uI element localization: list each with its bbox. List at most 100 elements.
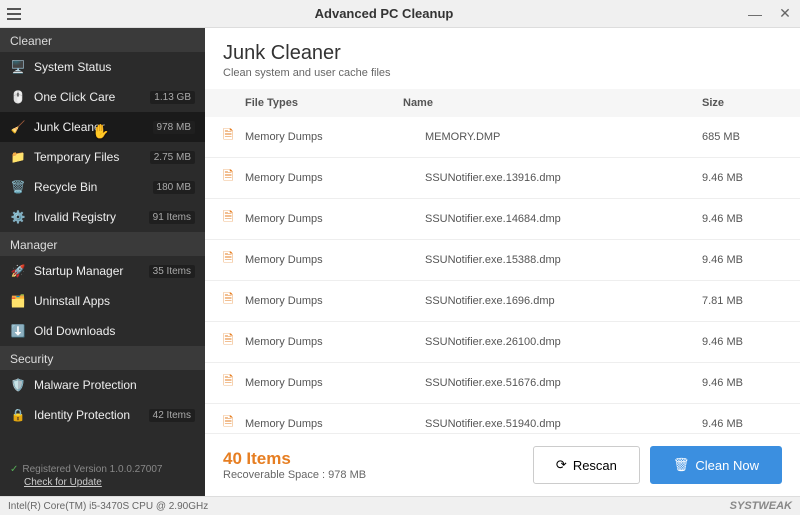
sidebar-item-label: Uninstall Apps <box>34 294 195 308</box>
section-cleaner: Cleaner <box>0 28 205 52</box>
refresh-icon: ⟳ <box>556 457 567 473</box>
file-icon: 🗎 <box>223 290 245 312</box>
cell-size: 9.46 MB <box>702 336 782 348</box>
uninstall-apps-icon: 🗂️ <box>10 293 26 309</box>
table-row[interactable]: 🗎Memory DumpsSSUNotifier.exe.26100.dmp9.… <box>205 322 800 363</box>
col-file-types: File Types <box>223 97 403 109</box>
col-name: Name <box>403 97 702 109</box>
cell-name: MEMORY.DMP <box>425 131 702 143</box>
sidebar-item-badge: 1.13 GB <box>150 91 195 104</box>
page-title: Junk Cleaner <box>223 42 782 65</box>
cell-size: 9.46 MB <box>702 418 782 430</box>
sidebar-item-one-click-care[interactable]: 🖱️ One Click Care 1.13 GB <box>0 82 205 112</box>
window-title: Advanced PC Cleanup <box>28 6 740 21</box>
close-button[interactable]: ✕ <box>770 5 800 22</box>
items-label: Items <box>246 449 290 468</box>
cell-size: 9.46 MB <box>702 172 782 184</box>
main-panel: Junk Cleaner Clean system and user cache… <box>205 28 800 496</box>
sidebar-item-badge: 978 MB <box>153 121 195 134</box>
malware-protection-icon: 🛡️ <box>10 377 26 393</box>
cell-type: Memory Dumps <box>245 172 425 184</box>
table-header: File Types Name Size <box>205 89 800 117</box>
cell-type: Memory Dumps <box>245 131 425 143</box>
items-summary: 40 Items <box>223 449 523 469</box>
identity-protection-icon: 🔒 <box>10 407 26 423</box>
section-manager: Manager <box>0 232 205 256</box>
trash-icon: 🗑 <box>673 457 690 473</box>
one-click-care-icon: 🖱️ <box>10 89 26 105</box>
section-security: Security <box>0 346 205 370</box>
file-icon: 🗎 <box>223 249 245 271</box>
cell-type: Memory Dumps <box>245 254 425 266</box>
sidebar-item-label: One Click Care <box>34 90 142 104</box>
sidebar-item-identity-protection[interactable]: 🔒 Identity Protection 42 Items <box>0 400 205 430</box>
recoverable-space: Recoverable Space : 978 MB <box>223 469 523 481</box>
cell-name: SSUNotifier.exe.1696.dmp <box>425 295 702 307</box>
sidebar-item-label: System Status <box>34 60 195 74</box>
table-row[interactable]: 🗎Memory DumpsSSUNotifier.exe.1696.dmp7.8… <box>205 281 800 322</box>
status-bar: Intel(R) Core(TM) i5-3470S CPU @ 2.90GHz… <box>0 496 800 515</box>
col-size: Size <box>702 97 782 109</box>
cell-type: Memory Dumps <box>245 295 425 307</box>
sidebar-item-badge: 180 MB <box>153 181 195 194</box>
temporary-files-icon: 📁 <box>10 149 26 165</box>
old-downloads-icon: ⬇️ <box>10 323 26 339</box>
sidebar-item-startup-manager[interactable]: 🚀Startup Manager35 Items <box>0 256 205 286</box>
sidebar-item-junk-cleaner[interactable]: 🧹Junk Cleaner978 MB <box>0 112 205 142</box>
sidebar-item-badge: 35 Items <box>149 265 195 278</box>
cell-name: SSUNotifier.exe.13916.dmp <box>425 172 702 184</box>
table-row[interactable]: 🗎Memory DumpsMEMORY.DMP685 MB <box>205 117 800 158</box>
table-row[interactable]: 🗎Memory DumpsSSUNotifier.exe.51940.dmp9.… <box>205 404 800 433</box>
table-body[interactable]: 🗎Memory DumpsMEMORY.DMP685 MB🗎Memory Dum… <box>205 117 800 433</box>
file-icon: 🗎 <box>223 126 245 148</box>
registered-text: Registered Version 1.0.0.27007 <box>22 464 162 475</box>
rescan-button[interactable]: ⟳ Rescan <box>533 446 640 484</box>
sidebar-item-label: Old Downloads <box>34 324 195 338</box>
file-icon: 🗎 <box>223 167 245 189</box>
minimize-button[interactable]: — <box>740 6 770 22</box>
file-icon: 🗎 <box>223 372 245 394</box>
recycle-bin-icon: 🗑️ <box>10 179 26 195</box>
sidebar-item-malware-protection[interactable]: 🛡️Malware Protection <box>0 370 205 400</box>
startup-manager-icon: 🚀 <box>10 263 26 279</box>
sidebar-item-recycle-bin[interactable]: 🗑️ Recycle Bin 180 MB <box>0 172 205 202</box>
cpu-info: Intel(R) Core(TM) i5-3470S CPU @ 2.90GHz <box>8 501 208 512</box>
invalid-registry-icon: ⚙️ <box>10 209 26 225</box>
sidebar-item-badge: 42 Items <box>149 409 195 422</box>
sidebar-item-uninstall-apps[interactable]: 🗂️ Uninstall Apps <box>0 286 205 316</box>
table-row[interactable]: 🗎Memory DumpsSSUNotifier.exe.14684.dmp9.… <box>205 199 800 240</box>
sidebar-item-label: Invalid Registry <box>34 210 141 224</box>
sidebar-item-badge: 91 Items <box>149 211 195 224</box>
title-bar: Advanced PC Cleanup — ✕ <box>0 0 800 28</box>
sidebar-item-old-downloads[interactable]: ⬇️ Old Downloads <box>0 316 205 346</box>
sidebar-item-invalid-registry[interactable]: ⚙️ Invalid Registry 91 Items <box>0 202 205 232</box>
cell-type: Memory Dumps <box>245 213 425 225</box>
sidebar-item-label: Temporary Files <box>34 150 142 164</box>
sidebar-item-system-status[interactable]: 🖥️ System Status <box>0 52 205 82</box>
sidebar-item-badge: 2.75 MB <box>150 151 195 164</box>
cell-type: Memory Dumps <box>245 418 425 430</box>
cell-size: 9.46 MB <box>702 377 782 389</box>
sidebar-item-temporary-files[interactable]: 📁 Temporary Files 2.75 MB <box>0 142 205 172</box>
check-update-link[interactable]: Check for Update <box>24 477 195 488</box>
cell-name: SSUNotifier.exe.26100.dmp <box>425 336 702 348</box>
junk-cleaner-icon: 🧹 <box>10 119 26 135</box>
cell-size: 7.81 MB <box>702 295 782 307</box>
cell-name: SSUNotifier.exe.15388.dmp <box>425 254 702 266</box>
sidebar-item-label: Identity Protection <box>34 408 141 422</box>
sidebar-item-label: Recycle Bin <box>34 180 145 194</box>
sidebar-footer: ✓Registered Version 1.0.0.27007 Check fo… <box>0 456 205 496</box>
clean-now-button[interactable]: 🗑 Clean Now <box>650 446 782 484</box>
cell-size: 685 MB <box>702 131 782 143</box>
menu-icon[interactable] <box>0 8 28 20</box>
cell-name: SSUNotifier.exe.14684.dmp <box>425 213 702 225</box>
cell-type: Memory Dumps <box>245 377 425 389</box>
brand-logo: SYSTWEAK <box>730 500 792 512</box>
file-icon: 🗎 <box>223 413 245 433</box>
system-status-icon: 🖥️ <box>10 59 26 75</box>
sidebar: Cleaner 🖥️ System Status 🖱️ One Click Care 1… <box>0 28 205 496</box>
cell-name: SSUNotifier.exe.51676.dmp <box>425 377 702 389</box>
table-row[interactable]: 🗎Memory DumpsSSUNotifier.exe.15388.dmp9.… <box>205 240 800 281</box>
table-row[interactable]: 🗎Memory DumpsSSUNotifier.exe.51676.dmp9.… <box>205 363 800 404</box>
table-row[interactable]: 🗎Memory DumpsSSUNotifier.exe.13916.dmp9.… <box>205 158 800 199</box>
